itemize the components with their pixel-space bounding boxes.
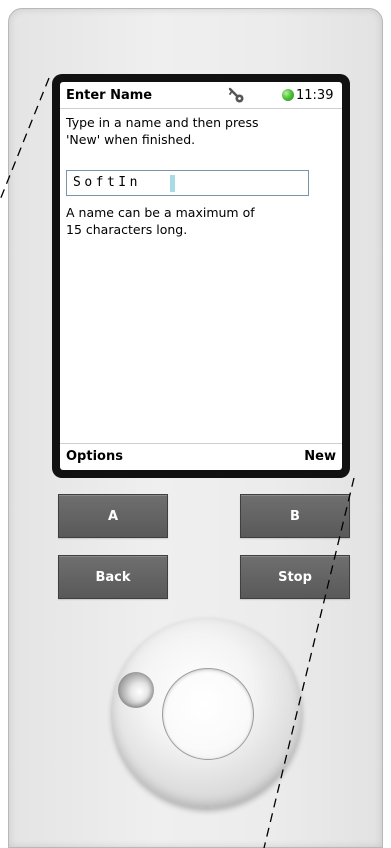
- name-input-value: SoftIn: [73, 175, 141, 190]
- screen-bezel: Enter Name 11:39 Type in a name and then…: [52, 74, 350, 478]
- softkey-bar: Options New: [60, 443, 342, 470]
- navigation-dial[interactable]: [112, 618, 302, 808]
- status-bar: Enter Name 11:39: [60, 82, 342, 109]
- softkey-options[interactable]: Options: [66, 449, 123, 464]
- button-a[interactable]: A: [58, 494, 168, 538]
- dial-center-button[interactable]: [162, 668, 254, 760]
- softkey-new[interactable]: New: [304, 449, 336, 464]
- key-icon: [228, 87, 244, 103]
- display-screen: Enter Name 11:39 Type in a name and then…: [60, 82, 342, 470]
- status-indicator-icon: [282, 89, 294, 101]
- dial-grip-icon: [118, 672, 154, 708]
- clock-time: 11:39: [296, 88, 334, 103]
- limit-note-text: A name can be a maximum of 15 characters…: [66, 205, 255, 237]
- name-input[interactable]: SoftIn: [66, 170, 309, 196]
- instruction-text: Type in a name and then press 'New' when…: [66, 115, 259, 147]
- stop-button[interactable]: Stop: [240, 555, 350, 599]
- text-cursor: [170, 175, 175, 192]
- back-button[interactable]: Back: [58, 555, 168, 599]
- screen-title: Enter Name: [66, 88, 153, 103]
- button-b[interactable]: B: [240, 494, 350, 538]
